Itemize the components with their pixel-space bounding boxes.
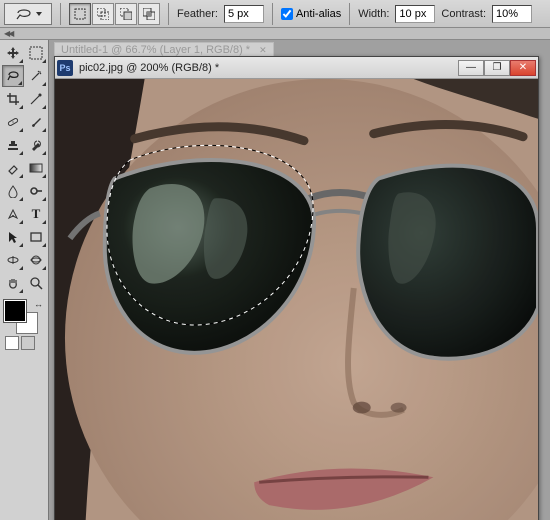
crop-tool[interactable] — [2, 88, 24, 110]
dodge-icon — [29, 184, 43, 198]
3d-orbit-tool[interactable] — [25, 249, 47, 271]
pen-icon — [6, 207, 20, 221]
lasso-icon — [15, 7, 33, 21]
marquee-tool[interactable] — [25, 42, 47, 64]
eraser-tool[interactable] — [2, 157, 24, 179]
chevron-down-icon — [36, 12, 42, 16]
arrow-cursor-icon — [6, 230, 20, 244]
hand-icon — [6, 276, 20, 290]
blur-tool[interactable] — [2, 180, 24, 202]
divider — [60, 3, 61, 25]
selection-subtract-button[interactable] — [115, 3, 137, 25]
eraser-icon — [6, 161, 20, 175]
eyedropper-icon — [29, 92, 43, 106]
selection-intersect-icon — [143, 8, 155, 20]
photoshop-icon: Ps — [57, 60, 73, 76]
feather-input[interactable] — [224, 5, 264, 23]
color-swatch[interactable]: ↔ — [2, 298, 47, 334]
selection-add-icon — [97, 8, 109, 20]
path-selection-tool[interactable] — [2, 226, 24, 248]
maximize-button[interactable]: ❐ — [484, 60, 510, 76]
workspace: T ↔ Untitled-1 @ 66.7% (Layer 1, RGB/8) … — [0, 40, 550, 520]
3d-orbit-icon — [29, 253, 43, 267]
selection-new-button[interactable] — [69, 3, 91, 25]
brush-icon — [29, 115, 43, 129]
foreground-color[interactable] — [4, 300, 26, 322]
magic-wand-icon — [29, 69, 43, 83]
selection-intersect-button[interactable] — [138, 3, 160, 25]
quick-mask-button[interactable] — [21, 336, 35, 350]
close-icon[interactable]: ✕ — [259, 45, 267, 55]
move-tool[interactable] — [2, 42, 24, 64]
swap-colors-icon[interactable]: ↔ — [34, 299, 43, 309]
antialias-check-input[interactable] — [281, 8, 293, 20]
width-input[interactable] — [395, 5, 435, 23]
width-label: Width: — [358, 8, 389, 20]
document-window: Ps pic02.jpg @ 200% (RGB/8) * — ❐ ✕ — [54, 56, 539, 520]
antialias-checkbox[interactable]: Anti-alias — [281, 8, 341, 20]
window-title: pic02.jpg @ 200% (RGB/8) * — [79, 62, 452, 74]
selection-subtract-icon — [120, 8, 132, 20]
screen-mode-button[interactable] — [5, 336, 19, 350]
selection-mode-group — [69, 3, 160, 25]
minimize-button[interactable]: — — [458, 60, 484, 76]
selection-add-button[interactable] — [92, 3, 114, 25]
divider — [349, 3, 350, 25]
lasso-tool[interactable] — [2, 65, 24, 87]
hand-tool[interactable] — [2, 272, 24, 294]
pen-tool[interactable] — [2, 203, 24, 225]
crop-icon — [6, 92, 20, 106]
brush-tool[interactable] — [25, 111, 47, 133]
options-bar: Feather: Anti-alias Width: Contrast: — [0, 0, 550, 28]
stamp-icon — [6, 138, 20, 152]
divider — [272, 3, 273, 25]
zoom-tool[interactable] — [25, 272, 47, 294]
close-button[interactable]: ✕ — [510, 60, 536, 76]
gradient-tool[interactable] — [25, 157, 47, 179]
marquee-icon — [29, 46, 43, 60]
window-titlebar[interactable]: Ps pic02.jpg @ 200% (RGB/8) * — ❐ ✕ — [55, 57, 538, 79]
history-brush-tool[interactable] — [25, 134, 47, 156]
history-brush-icon — [29, 138, 43, 152]
move-icon — [6, 46, 20, 60]
tools-panel: T ↔ — [0, 40, 49, 520]
clone-stamp-tool[interactable] — [2, 134, 24, 156]
type-tool[interactable]: T — [25, 203, 47, 225]
type-icon: T — [32, 206, 41, 222]
contrast-input[interactable] — [492, 5, 532, 23]
canvas[interactable] — [55, 79, 538, 520]
3d-rotate-tool[interactable] — [2, 249, 24, 271]
blur-icon — [6, 184, 20, 198]
tool-preset-picker[interactable] — [4, 3, 52, 25]
divider — [168, 3, 169, 25]
quick-mask-row — [2, 336, 46, 350]
photo-image — [55, 79, 538, 520]
panel-collapse-strip[interactable]: ◀◀ — [0, 28, 550, 40]
selection-new-icon — [74, 8, 86, 20]
zoom-icon — [29, 276, 43, 290]
double-chevron-left-icon: ◀◀ — [4, 29, 12, 38]
background-tab[interactable]: Untitled-1 @ 66.7% (Layer 1, RGB/8) * ✕ — [54, 42, 274, 57]
eyedropper-tool[interactable] — [25, 88, 47, 110]
shape-tool[interactable] — [25, 226, 47, 248]
antialias-label: Anti-alias — [296, 8, 341, 20]
background-tab-label: Untitled-1 @ 66.7% (Layer 1, RGB/8) * — [61, 44, 250, 56]
magic-wand-tool[interactable] — [25, 65, 47, 87]
dodge-tool[interactable] — [25, 180, 47, 202]
feather-label: Feather: — [177, 8, 218, 20]
gradient-icon — [29, 161, 43, 175]
rectangle-icon — [29, 230, 43, 244]
3d-rotate-icon — [6, 253, 20, 267]
healing-brush-tool[interactable] — [2, 111, 24, 133]
bandage-icon — [6, 115, 20, 129]
document-area: Untitled-1 @ 66.7% (Layer 1, RGB/8) * ✕ … — [49, 40, 550, 520]
contrast-label: Contrast: — [441, 8, 486, 20]
